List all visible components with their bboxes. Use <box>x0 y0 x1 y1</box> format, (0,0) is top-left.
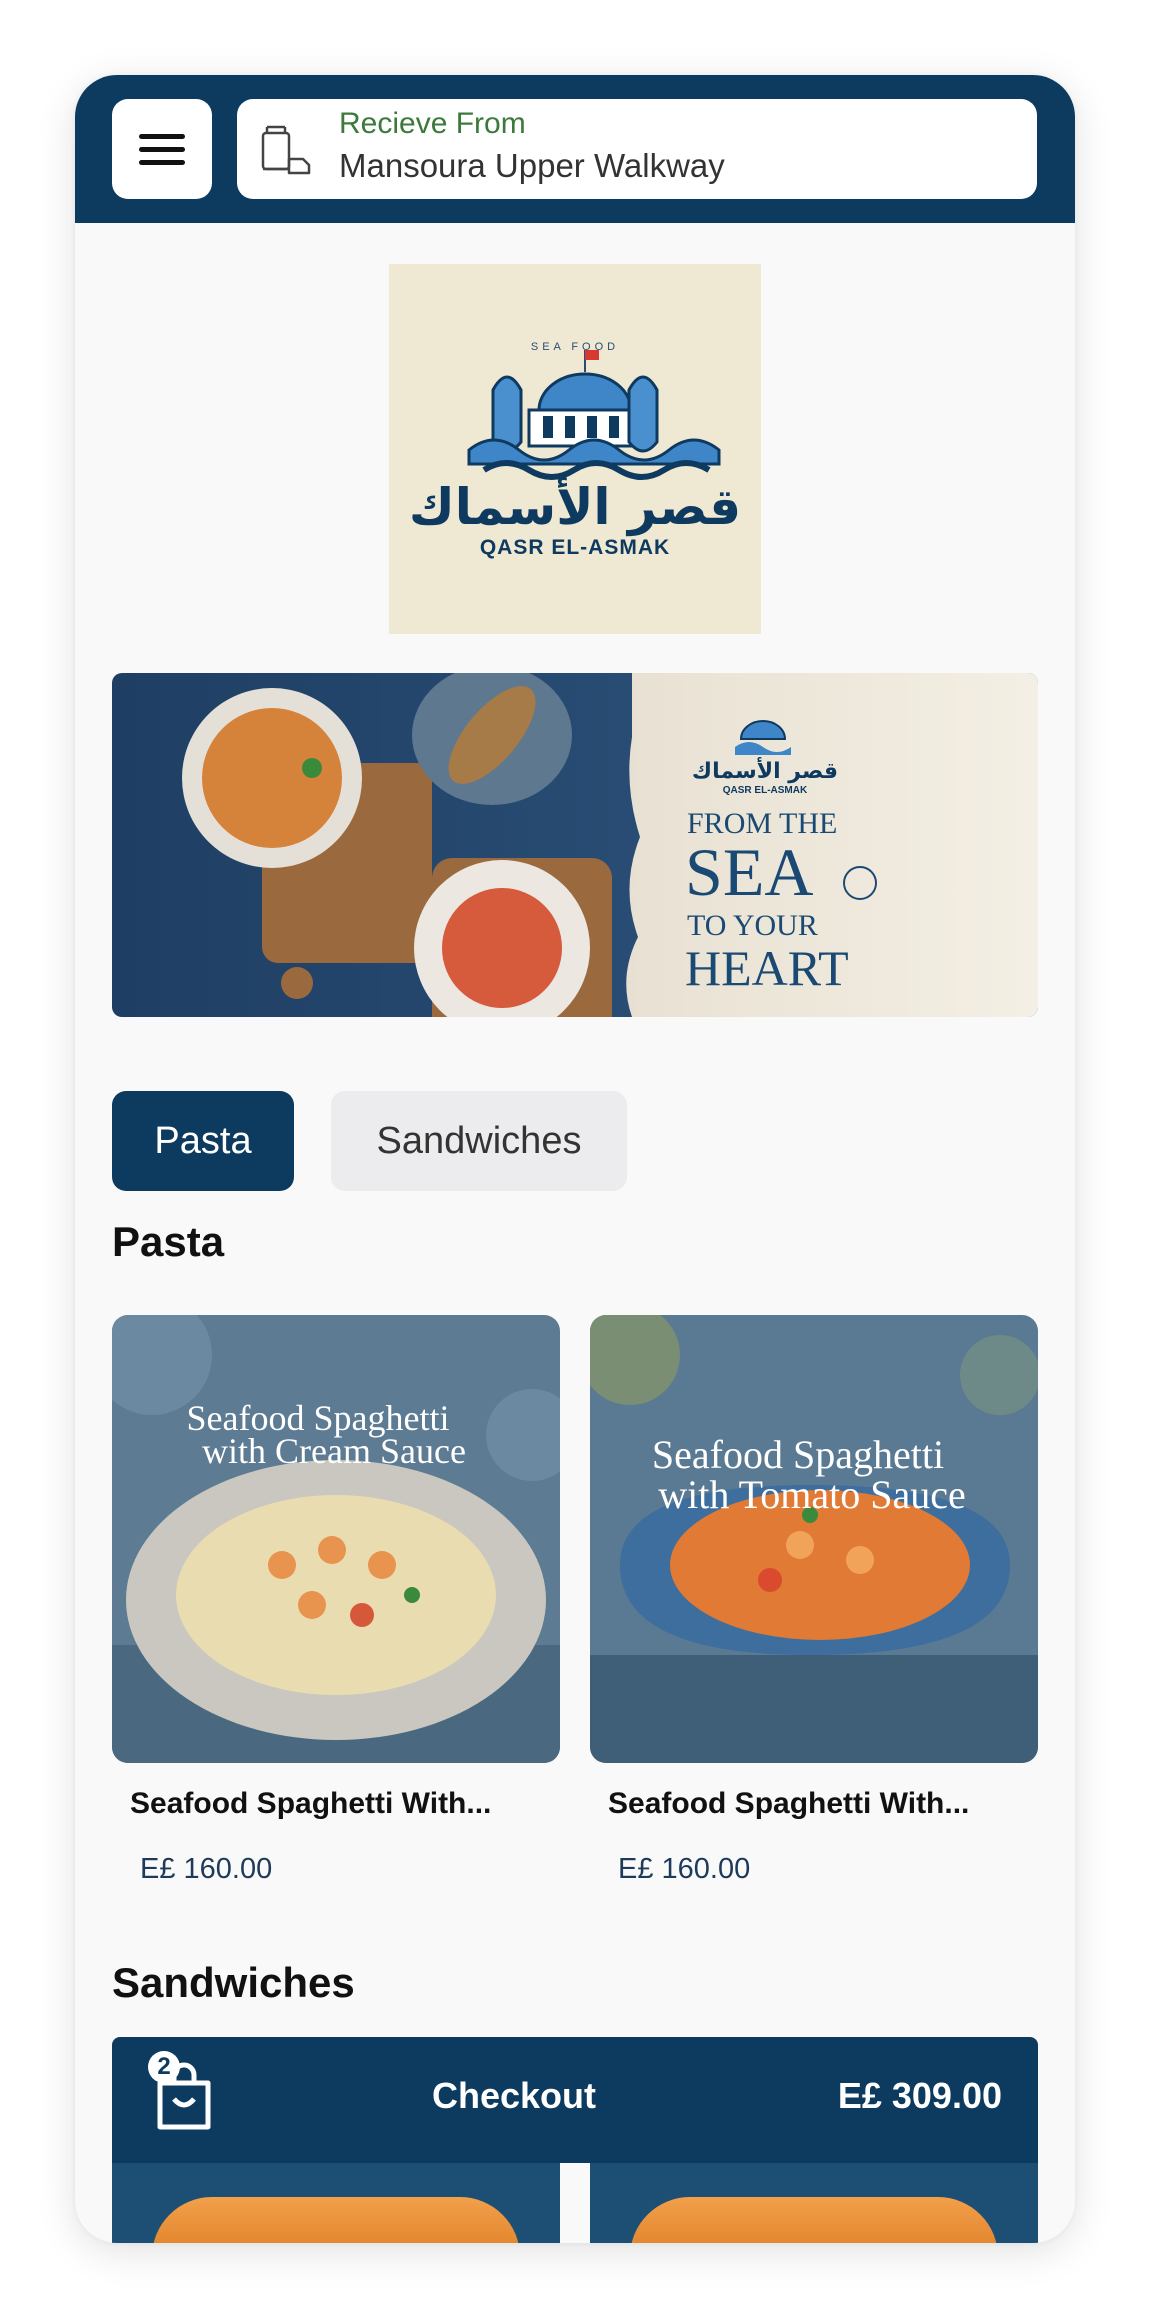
image-caption-line-2: with Tomato Sauce <box>658 1472 966 1517</box>
tab-sandwiches[interactable]: Sandwiches <box>331 1091 627 1191</box>
menu-button[interactable] <box>112 99 212 199</box>
banner-line-2: SEA <box>685 834 813 910</box>
image-caption-line-1: Seafood Spaghetti <box>652 1432 944 1477</box>
app-screen: Recieve From Mansoura Upper Walkway SEA … <box>75 75 1075 2243</box>
product-price: E£ 160.00 <box>140 1853 273 1885</box>
logo-arabic-name: قصر الأسماك <box>409 476 741 537</box>
pickup-location-name: Mansoura Upper Walkway <box>339 147 725 184</box>
promo-banner[interactable]: قصر الأسماك QASR EL-ASMAK FROM THE SEA T… <box>112 673 1038 1017</box>
logo-latin-name: QASR EL-ASMAK <box>480 536 670 559</box>
section-title-sandwiches: Sandwiches <box>112 1959 355 2006</box>
checkout-total: E£ 309.00 <box>837 2075 1002 2116</box>
image-caption-line-2: with Cream Sauce <box>202 1431 466 1471</box>
product-card[interactable]: Seafood Spaghetti with Cream Sauce Seafo… <box>112 1315 560 1885</box>
hamburger-icon <box>139 126 185 173</box>
banner-logo-latin: QASR EL-ASMAK <box>723 785 808 796</box>
checkout-bar[interactable]: 2 Checkout E£ 309.00 <box>112 2037 1038 2163</box>
tab-pasta[interactable]: Pasta <box>112 1091 294 1191</box>
sandwich-image <box>630 2197 998 2243</box>
banner-line-3: TO YOUR <box>687 909 818 942</box>
product-name: Seafood Spaghetti With... <box>608 1787 970 1820</box>
top-bar: Recieve From Mansoura Upper Walkway <box>75 75 1075 223</box>
sandwich-image <box>152 2197 520 2243</box>
logo-tagline: SEA FOOD <box>531 341 619 353</box>
banner-logo-arabic: قصر الأسماك <box>692 756 838 784</box>
product-image: Seafood Spaghetti with Cream Sauce <box>112 1315 560 1763</box>
pickup-location-selector[interactable]: Recieve From Mansoura Upper Walkway <box>237 99 1037 199</box>
product-name: Seafood Spaghetti With... <box>130 1787 492 1820</box>
cart-count-badge: 2 <box>148 2051 180 2083</box>
section-title-pasta: Pasta <box>112 1218 225 1265</box>
restaurant-logo: SEA FOOD قصر الأسماك QASR EL-ASMAK <box>389 264 761 634</box>
product-card-sandwich[interactable] <box>112 2163 560 2243</box>
product-image: Seafood Spaghetti with Tomato Sauce <box>590 1315 1038 1763</box>
product-card-sandwich[interactable] <box>590 2163 1038 2243</box>
pickup-label: Recieve From <box>339 107 526 140</box>
store-pickup-icon <box>261 125 311 175</box>
product-card[interactable]: Seafood Spaghetti with Tomato Sauce Seaf… <box>590 1315 1038 1885</box>
banner-line-4: HEART <box>685 940 849 996</box>
product-price: E£ 160.00 <box>618 1853 751 1885</box>
checkout-label: Checkout <box>432 2075 597 2116</box>
